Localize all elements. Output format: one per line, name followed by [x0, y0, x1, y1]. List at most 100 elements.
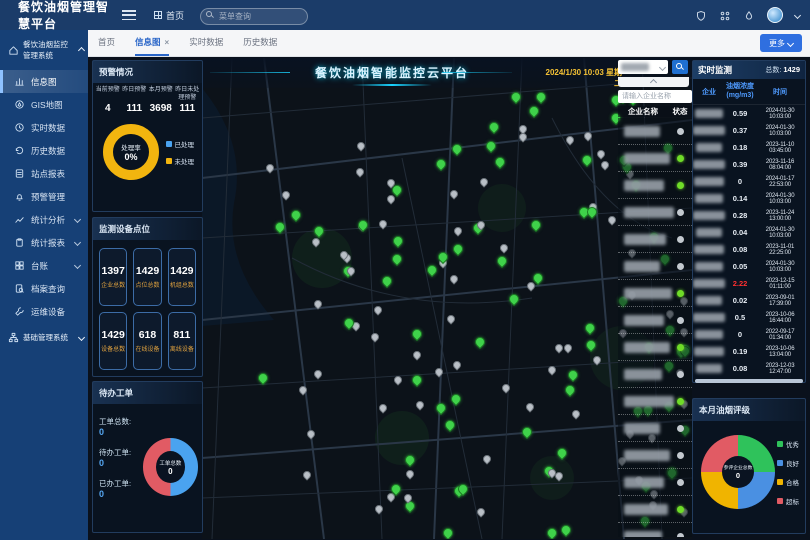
app-root: 餐饮油烟管理智慧平台 首页 餐饮油烟监控管理系统 信息图GIS地图实时数据历史数…: [0, 0, 810, 540]
status-dot: [677, 128, 684, 135]
monitor-row[interactable]: 0.142024-01-30 10:03:00: [693, 190, 805, 207]
status-dot: [677, 452, 684, 459]
sidebar-item-站点报表[interactable]: 站点报表: [0, 162, 88, 185]
enterprise-row[interactable]: [618, 118, 692, 145]
monitor-row[interactable]: 02022-09-17 01:34:00: [693, 326, 805, 343]
blurred-company-name: [624, 180, 664, 191]
monitor-row[interactable]: 0.282023-11-24 13:00:00: [693, 207, 805, 224]
monitor-row[interactable]: 0.372024-01-30 10:03:00: [693, 122, 805, 139]
enterprise-row[interactable]: [618, 388, 692, 415]
sidebar-item-档案查询[interactable]: 档案查询: [0, 277, 88, 300]
apps-icon[interactable]: [719, 9, 731, 21]
enterprise-row[interactable]: [618, 361, 692, 388]
tab-实时数据[interactable]: 实时数据: [189, 30, 223, 56]
chevron-up-icon: [650, 78, 657, 85]
legend-item: 未处理: [166, 156, 195, 166]
sidebar-section-base-system[interactable]: 基础管理系统: [0, 323, 88, 352]
notification-icon[interactable]: [743, 9, 755, 21]
close-icon[interactable]: ×: [165, 38, 170, 47]
grid-icon: [154, 11, 162, 19]
wrench-icon: [14, 306, 25, 317]
enterprise-row[interactable]: [618, 415, 692, 442]
monitor-row[interactable]: 0.082023-12-03 12:47:00: [693, 360, 805, 377]
enterprise-row[interactable]: [618, 199, 692, 226]
blurred-company-name: [624, 207, 674, 218]
workorder-stat: 工单总数:0: [99, 410, 143, 437]
monitor-row[interactable]: 2.222023-12-15 01:11:00: [693, 275, 805, 292]
avatar[interactable]: [767, 7, 783, 23]
enterprise-name-input[interactable]: [618, 90, 692, 103]
chevron-down-icon: [787, 39, 794, 46]
status-dot: [677, 263, 684, 270]
blurred-company-name: [696, 296, 722, 305]
blurred-company-name: [694, 347, 724, 356]
monitor-row[interactable]: 0.082023-11-01 22:25:00: [693, 241, 805, 258]
sidebar-item-GIS地图[interactable]: GIS地图: [0, 93, 88, 116]
filesearch-icon: [14, 283, 25, 294]
alert-panel: 预警情况 当前预警4昨日预警111本月预警3698昨日未处理预警111 处理率 …: [92, 60, 203, 212]
more-button[interactable]: 更多: [760, 34, 802, 52]
dashboard-title: 餐饮油烟智能监控云平台: [292, 64, 492, 81]
sidebar-item-预警管理[interactable]: 预警管理: [0, 185, 88, 208]
chevron-up-icon: [78, 46, 85, 53]
menu-toggle-icon[interactable]: [122, 10, 136, 20]
status-dot: [677, 182, 684, 189]
tab-历史数据[interactable]: 历史数据: [243, 30, 277, 56]
chevron-down-icon: [74, 216, 81, 223]
chevron-down-icon: [74, 239, 81, 246]
tab-首页[interactable]: 首页: [98, 30, 115, 56]
sidebar-item-信息图[interactable]: 信息图: [0, 70, 88, 93]
topbar: 餐饮油烟管理智慧平台 首页: [0, 0, 810, 30]
horizontal-scrollbar[interactable]: [695, 379, 803, 383]
status-dot: [677, 371, 684, 378]
blurred-company-name: [694, 177, 724, 186]
enterprise-row[interactable]: [618, 307, 692, 334]
enterprise-row[interactable]: [618, 145, 692, 172]
blurred-company-name: [624, 153, 670, 164]
enterprise-row[interactable]: [618, 469, 692, 496]
enterprise-row[interactable]: [618, 226, 692, 253]
monitor-row[interactable]: 0.392023-11-16 08:04:00: [693, 156, 805, 173]
monitor-row[interactable]: 0.182023-11-10 03:45:00: [693, 139, 805, 156]
sidebar-item-统计分析[interactable]: 统计分析: [0, 208, 88, 231]
enterprise-row[interactable]: [618, 442, 692, 469]
list-collapse-toggle[interactable]: [618, 77, 689, 87]
monitor-row[interactable]: 0.592024-01-30 10:03:00: [693, 105, 805, 122]
sidebar-item-实时数据[interactable]: 实时数据: [0, 116, 88, 139]
chevron-down-icon[interactable]: [794, 11, 801, 18]
monitor-row[interactable]: 0.192023-10-06 13:04:00: [693, 343, 805, 360]
chevron-down-icon: [78, 334, 85, 341]
dashboard-datetime: 2024/1/30 10:03 星期二: [542, 67, 622, 89]
enterprise-select[interactable]: [618, 60, 668, 74]
alert-donut-chart: 处理率 0%: [103, 124, 159, 180]
blurred-company-name: [624, 261, 660, 272]
enterprise-search-button[interactable]: [672, 60, 688, 74]
sidebar-section-monitoring[interactable]: 餐饮油烟监控管理系统: [0, 30, 88, 70]
legend-item: 合格: [777, 477, 799, 487]
enterprise-row[interactable]: [618, 523, 692, 537]
topbar-home-tab[interactable]: 首页: [154, 9, 184, 22]
enterprise-row[interactable]: [618, 280, 692, 307]
monitor-row[interactable]: 0.042024-01-30 10:03:00: [693, 224, 805, 241]
sidebar-item-历史数据[interactable]: 历史数据: [0, 139, 88, 162]
monitor-row[interactable]: 02024-01-17 22:53:00: [693, 173, 805, 190]
monitor-row[interactable]: 0.52023-10-06 16:44:00: [693, 309, 805, 326]
enterprise-row[interactable]: [618, 496, 692, 523]
device-panel: 监测设备点位 1397企业总数1429点位总数1429机组总数1429设备总数6…: [92, 217, 203, 377]
enterprise-row[interactable]: [618, 253, 692, 280]
monitor-row[interactable]: 0.022023-09-01 17:39:00: [693, 292, 805, 309]
sidebar-item-台账[interactable]: 台账: [0, 254, 88, 277]
sidebar-item-运维设备[interactable]: 运维设备: [0, 300, 88, 323]
status-dot: [677, 533, 684, 538]
theme-icon[interactable]: [695, 9, 707, 21]
sidebar-item-统计报表[interactable]: 统计报表: [0, 231, 88, 254]
menu-search-input[interactable]: [200, 8, 308, 25]
alert-stat: 昨日预警111: [122, 87, 148, 114]
blurred-company-name: [624, 450, 670, 461]
enterprise-row[interactable]: [618, 172, 692, 199]
blurred-company-name: [624, 423, 660, 434]
chevron-down-icon: [74, 262, 81, 269]
tab-信息图[interactable]: 信息图×: [135, 30, 169, 56]
monitor-row[interactable]: 0.052024-01-30 10:03:00: [693, 258, 805, 275]
enterprise-row[interactable]: [618, 334, 692, 361]
